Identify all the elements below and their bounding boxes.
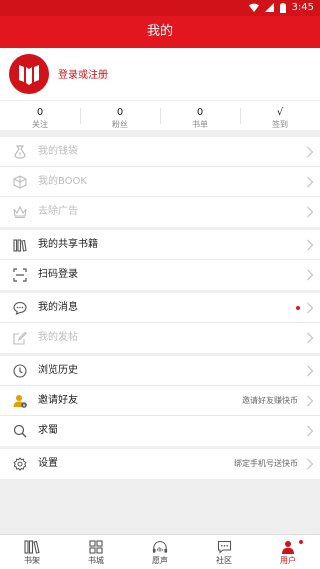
chevron-right-icon [307,206,314,218]
stat-value: 0 [196,107,204,118]
tab-bookstore[interactable]: 书城 [64,535,128,569]
chat-icon [216,539,232,555]
tab-label: 书城 [88,556,104,565]
menu-label: 设置 [38,458,58,469]
menu-item-request[interactable]: 求蜀 [0,416,320,446]
scan-icon [13,268,27,282]
menu-item-book[interactable]: 我的BOOK [0,167,320,197]
menu-label: 求蜀 [38,425,58,436]
menu-item-messages[interactable]: 我的消息 [0,293,320,323]
chevron-right-icon [307,365,314,377]
tab-audio[interactable]: 愿声 [128,535,192,569]
menu-label: 我的发帖 [38,332,78,343]
stat-fans[interactable]: 0 粉丝 [80,101,160,130]
svg-text:¥: ¥ [18,152,21,158]
menu-item-scan-login[interactable]: 扫码登录 [0,260,320,290]
menu-item-settings[interactable]: 设置 绑定手机号送快币 [0,449,320,479]
message-bubble-icon [13,301,27,315]
stat-value: 0 [116,107,124,118]
menu-item-invite[interactable]: ¥ 邀请好友 邀请好友赚快币 [0,386,320,416]
crown-icon [13,205,27,219]
chevron-right-icon [307,146,314,158]
chevron-right-icon [307,239,314,251]
menu-item-wallet[interactable]: ¥ 我的钱袋 [0,137,320,167]
menu-item-shared-books[interactable]: 我的共享书籍 [0,230,320,260]
status-bar: 3:45 [0,0,320,16]
menu-label: 去除广告 [38,206,78,217]
settings-hint: 绑定手机号送快币 [234,459,298,468]
stat-checkin[interactable]: √ 签到 [240,101,320,130]
menu-label: 我的钱袋 [38,146,78,157]
login-link[interactable]: 登录或注册 [58,66,108,81]
stat-label: 关注 [32,120,48,129]
tab-label: 愿声 [152,556,168,565]
wifi-icon [248,3,259,12]
tab-label: 社区 [216,556,232,565]
status-time: 3:45 [291,2,314,13]
stat-label: 书单 [192,120,208,129]
page-title: 我的 [146,24,173,39]
headphones-icon [152,539,168,555]
menu-item-remove-ads[interactable]: 去除广告 [0,197,320,227]
invite-user-icon: ¥ [13,394,27,408]
signal-icon [264,3,274,12]
user-icon [280,539,296,555]
bookshelf-icon [13,238,27,252]
battery-icon [279,2,286,13]
profile-section: 登录或注册 [0,48,320,100]
tab-bookshelf[interactable]: 书架 [0,535,64,569]
stat-label: 签到 [272,120,288,129]
menu-label: 邀请好友 [38,395,78,406]
stat-booklist[interactable]: 0 书单 [160,101,240,130]
svg-text:¥: ¥ [23,403,26,408]
clock-icon [13,364,27,378]
stat-label: 粉丝 [112,120,128,129]
menu-item-history[interactable]: 浏览历史 [0,356,320,386]
wallet-icon: ¥ [13,145,27,159]
chevron-right-icon [307,176,314,188]
menu-label: 我的共享书籍 [38,239,98,250]
edit-post-icon [13,331,27,345]
menu-label: 我的消息 [38,302,78,313]
menu-label: 浏览历史 [38,365,78,376]
grid-icon [88,539,104,555]
stat-follow[interactable]: 0 关注 [0,101,80,130]
notification-dot [299,540,303,544]
tab-label: 书架 [24,556,40,565]
chevron-right-icon [307,458,314,470]
chevron-right-icon [307,269,314,281]
bottom-tab-bar: 书架 书城 愿声 社区 用户 [0,534,320,569]
status-icons: 3:45 [248,2,314,13]
avatar[interactable] [9,54,49,94]
search-icon [13,424,27,438]
chevron-right-icon [307,425,314,437]
menu-label: 我的BOOK [38,176,87,187]
tab-label: 用户 [280,556,296,565]
menu-label: 扫码登录 [38,269,78,280]
tab-community[interactable]: 社区 [192,535,256,569]
menu-item-posts[interactable]: 我的发帖 [0,323,320,353]
book-logo-icon [19,65,39,85]
stat-value: √ [276,107,284,118]
unread-dot [296,306,300,310]
book-cube-icon [13,175,27,189]
bookshelf-tab-icon [24,539,40,555]
stat-value: 0 [36,107,44,118]
app-bar: 我的 [0,16,320,48]
invite-hint: 邀请好友赚快币 [242,396,298,405]
chevron-right-icon [307,302,314,314]
gear-icon [13,457,27,471]
chevron-right-icon [307,395,314,407]
chevron-right-icon [307,332,314,344]
tab-user[interactable]: 用户 [256,535,320,569]
stats-bar: 0 关注 0 粉丝 0 书单 √ 签到 [0,100,320,130]
